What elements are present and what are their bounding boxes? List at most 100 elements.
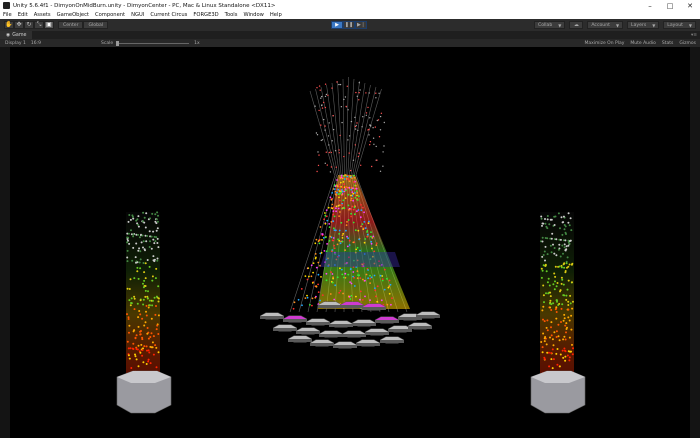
- led-point: [351, 177, 353, 180]
- tab-menu-icon[interactable]: ▾≡: [691, 33, 697, 38]
- pillar-led: [150, 317, 153, 320]
- pillar-led: [545, 326, 548, 329]
- aspect-dropdown[interactable]: 16:9: [31, 41, 41, 46]
- led-point: [339, 192, 341, 195]
- led-point: [349, 281, 351, 283]
- pillar-led: [540, 276, 543, 279]
- scale-icon[interactable]: ⤡: [34, 21, 44, 29]
- stats-toggle[interactable]: Stats: [662, 41, 674, 46]
- maximize-button[interactable]: □: [660, 2, 680, 10]
- led-point: [390, 303, 392, 306]
- led-point: [352, 208, 355, 211]
- collab-dropdown[interactable]: Collab ▼: [533, 21, 566, 29]
- pillar-led: [135, 334, 138, 337]
- led-point: [340, 174, 343, 177]
- scale-slider[interactable]: [116, 40, 190, 46]
- menu-assets[interactable]: Assets: [34, 12, 51, 18]
- led-point: [389, 283, 392, 286]
- menu-tools[interactable]: Tools: [225, 12, 238, 18]
- pillar-led: [137, 316, 140, 319]
- gizmos-dropdown[interactable]: Gizmos: [679, 41, 696, 46]
- led-point: [329, 293, 332, 295]
- account-dropdown[interactable]: Account ▼: [587, 21, 624, 29]
- layers-dropdown[interactable]: Layers ▼: [627, 21, 660, 29]
- maximize-on-play-toggle[interactable]: Maximize On Play: [584, 41, 624, 46]
- pivot-center-button[interactable]: Center: [58, 21, 84, 29]
- pillar-led: [545, 343, 548, 346]
- pillar-led: [126, 236, 129, 239]
- menu-forge3d[interactable]: FORGE3D: [193, 12, 218, 18]
- pillar-led: [128, 331, 130, 334]
- close-button[interactable]: ✕: [680, 2, 700, 10]
- led-point-top: [321, 95, 323, 98]
- led-point: [341, 186, 344, 188]
- led-point: [334, 190, 337, 193]
- led-point-top: [323, 118, 325, 121]
- pillar-led: [553, 215, 556, 218]
- led-point-top: [324, 106, 327, 109]
- led-point-top: [314, 105, 316, 107]
- pillar-led: [565, 262, 568, 265]
- led-point-top: [321, 139, 324, 141]
- menu-component[interactable]: Component: [95, 12, 125, 18]
- pillar-led: [146, 332, 149, 335]
- scale-slider-handle[interactable]: [116, 40, 120, 46]
- minimize-button[interactable]: –: [640, 2, 660, 10]
- pillar-led: [540, 217, 543, 220]
- led-point-top: [340, 106, 343, 108]
- pillar-led: [555, 254, 558, 257]
- hand-icon[interactable]: ✋: [4, 21, 14, 29]
- led-point-top: [372, 127, 374, 129]
- pillar-led: [131, 214, 134, 217]
- rect-tool-icon[interactable]: ▣: [44, 21, 54, 29]
- led-point: [350, 188, 353, 191]
- pillar-led: [542, 254, 545, 256]
- pillar-led: [555, 285, 558, 288]
- pillar-led: [155, 236, 158, 239]
- play-icon[interactable]: ▶: [331, 21, 343, 29]
- pillar-led: [555, 352, 558, 355]
- pillar-led: [549, 299, 552, 302]
- hex-tile-side: [273, 328, 297, 331]
- move-icon[interactable]: ✥: [14, 21, 24, 29]
- pillar-led: [540, 215, 543, 218]
- pillar-led: [544, 222, 547, 225]
- led-point: [364, 227, 367, 230]
- menu-ngui[interactable]: NGUI: [131, 12, 144, 18]
- pillar-led: [560, 307, 563, 310]
- rotate-icon[interactable]: ↻: [24, 21, 34, 29]
- pillar-led: [551, 367, 554, 370]
- pillar-led: [560, 282, 563, 285]
- led-point: [352, 199, 354, 202]
- menu-edit[interactable]: Edit: [18, 12, 28, 18]
- led-point: [337, 188, 340, 191]
- pillar-led: [148, 265, 151, 268]
- game-viewport[interactable]: [0, 47, 700, 438]
- tab-game[interactable]: ◉ Game: [0, 31, 33, 39]
- led-point-top: [324, 129, 326, 131]
- pause-icon[interactable]: ❚❚: [343, 21, 355, 29]
- teepee-band: [320, 252, 400, 267]
- pillar-led: [148, 230, 151, 233]
- pillar-led: [144, 285, 147, 287]
- menu-help[interactable]: Help: [270, 12, 282, 18]
- pillar-led: [138, 236, 141, 239]
- led-point: [361, 299, 364, 301]
- pillar-led: [555, 317, 558, 320]
- step-icon[interactable]: ▶❘: [355, 21, 367, 29]
- menu-file[interactable]: File: [3, 12, 12, 18]
- led-point: [325, 272, 328, 275]
- led-point-top: [368, 92, 370, 94]
- menu-gameobject[interactable]: GameObject: [57, 12, 89, 18]
- led-point: [347, 204, 350, 207]
- toolbar-right: Collab ▼ ☁ Account ▼ Layers ▼ Layout ▼: [533, 21, 696, 29]
- pillar-led: [126, 260, 129, 263]
- display-dropdown[interactable]: Display 1: [5, 41, 26, 46]
- menu-current-circus[interactable]: Current Circus: [150, 12, 187, 18]
- pivot-global-button[interactable]: Global: [83, 21, 109, 29]
- menu-window[interactable]: Window: [243, 12, 263, 18]
- layout-dropdown[interactable]: Layout ▼: [663, 21, 696, 29]
- pillar-led: [148, 246, 151, 248]
- cloud-icon[interactable]: ☁: [569, 21, 584, 29]
- mute-audio-toggle[interactable]: Mute Audio: [630, 41, 656, 46]
